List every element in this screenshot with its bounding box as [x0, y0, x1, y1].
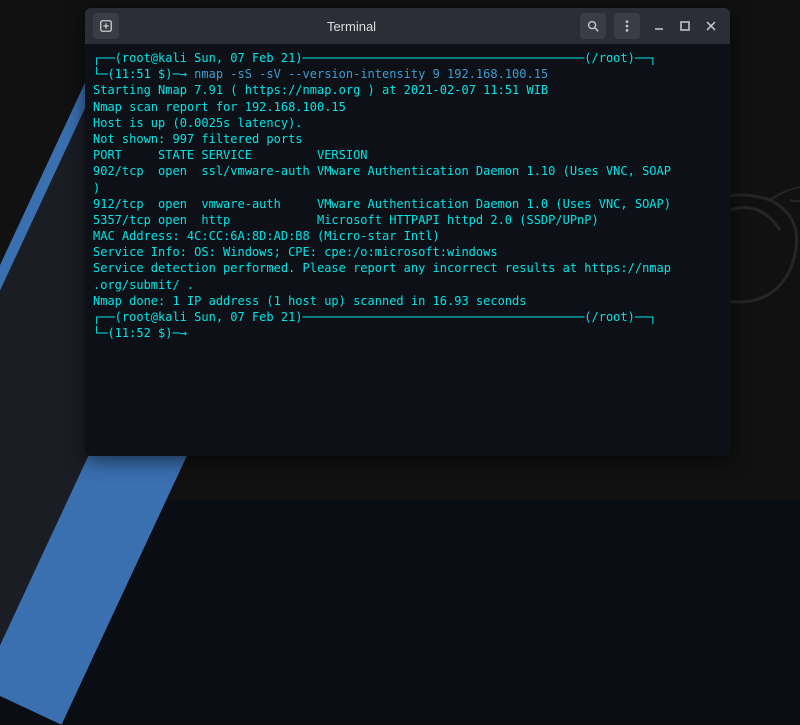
output-line: Service detection performed. Please repo… — [93, 260, 722, 276]
prompt-cursor-line: └─(11:52 $)─→ — [93, 325, 722, 341]
minimize-button[interactable] — [648, 15, 670, 37]
output-line: ) — [93, 180, 722, 196]
output-line: 5357/tcp open http Microsoft HTTPAPI htt… — [93, 212, 722, 228]
output-line: PORT STATE SERVICE VERSION — [93, 147, 722, 163]
output-line: Nmap done: 1 IP address (1 host up) scan… — [93, 293, 722, 309]
close-icon — [705, 20, 717, 32]
titlebar[interactable]: Terminal — [85, 8, 730, 44]
prompt-header-2: ┌──(root@kali Sun, 07 Feb 21)───────────… — [93, 309, 722, 325]
window-title: Terminal — [123, 19, 580, 34]
terminal-output-area[interactable]: ┌──(root@kali Sun, 07 Feb 21)───────────… — [85, 44, 730, 456]
prompt-command-line: └─(11:51 $)─→ nmap -sS -sV --version-int… — [93, 66, 722, 82]
prompt-header-1: ┌──(root@kali Sun, 07 Feb 21)───────────… — [93, 50, 722, 66]
maximize-icon — [679, 20, 691, 32]
output-line: Not shown: 997 filtered ports — [93, 131, 722, 147]
output-line: Host is up (0.0025s latency). — [93, 115, 722, 131]
minimize-icon — [653, 20, 665, 32]
output-line: 912/tcp open vmware-auth VMware Authenti… — [93, 196, 722, 212]
search-button[interactable] — [580, 13, 606, 39]
terminal-window: Terminal ┌──(root@kali Sun, 07 Feb 21)──… — [85, 8, 730, 456]
output-line: .org/submit/ . — [93, 277, 722, 293]
output-line: Nmap scan report for 192.168.100.15 — [93, 99, 722, 115]
output-line: Service Info: OS: Windows; CPE: cpe:/o:m… — [93, 244, 722, 260]
output-line: 902/tcp open ssl/vmware-auth VMware Auth… — [93, 163, 722, 179]
new-tab-button[interactable] — [93, 13, 119, 39]
menu-button[interactable] — [614, 13, 640, 39]
close-button[interactable] — [700, 15, 722, 37]
command-text: nmap -sS -sV --version-intensity 9 192.1… — [194, 67, 548, 81]
output-line: MAC Address: 4C:CC:6A:8D:AD:B8 (Micro-st… — [93, 228, 722, 244]
search-icon — [586, 19, 600, 33]
menu-icon — [620, 19, 634, 33]
output-line: Starting Nmap 7.91 ( https://nmap.org ) … — [93, 82, 722, 98]
maximize-button[interactable] — [674, 15, 696, 37]
